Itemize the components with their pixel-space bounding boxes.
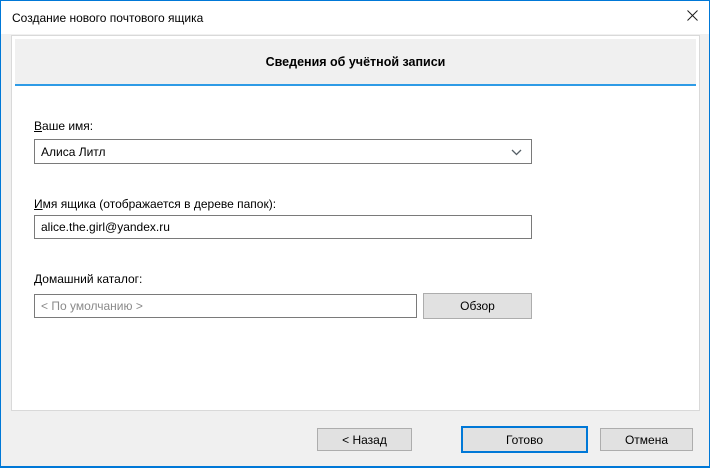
mailbox-name-input[interactable] (34, 215, 532, 239)
close-icon (687, 10, 698, 21)
window-title: Создание нового почтового ящика (1, 11, 203, 25)
mailbox-name-label-accel: И (34, 197, 43, 211)
close-button[interactable] (675, 1, 709, 30)
wizard-step-header: Сведения об учётной записи (15, 39, 696, 86)
back-button[interactable]: < Назад (317, 428, 412, 451)
mailbox-name-label: Имя ящика (отображается в дереве папок): (34, 197, 276, 211)
step-title: Сведения об учётной записи (266, 55, 446, 69)
your-name-combobox[interactable]: Алиса Литл (34, 139, 532, 164)
your-name-label-accel: В (34, 119, 42, 133)
your-name-value: Алиса Литл (35, 145, 531, 159)
new-mailbox-dialog: Создание нового почтового ящика Сведения… (0, 0, 710, 468)
your-name-label-rest: аше имя: (42, 119, 93, 133)
home-directory-label-rest: омашний каталог: (42, 272, 142, 286)
home-directory-input[interactable] (34, 294, 417, 318)
home-directory-label: Домашний каталог: (34, 272, 142, 286)
mailbox-name-label-rest: мя ящика (отображается в дереве папок): (43, 197, 276, 211)
finish-button[interactable]: Готово (461, 426, 588, 453)
title-bar[interactable]: Создание нового почтового ящика (1, 1, 709, 34)
chevron-down-icon (511, 149, 522, 156)
browse-button[interactable]: Обзор (423, 293, 532, 319)
cancel-button[interactable]: Отмена (600, 428, 693, 451)
your-name-label: Ваше имя: (34, 119, 93, 133)
